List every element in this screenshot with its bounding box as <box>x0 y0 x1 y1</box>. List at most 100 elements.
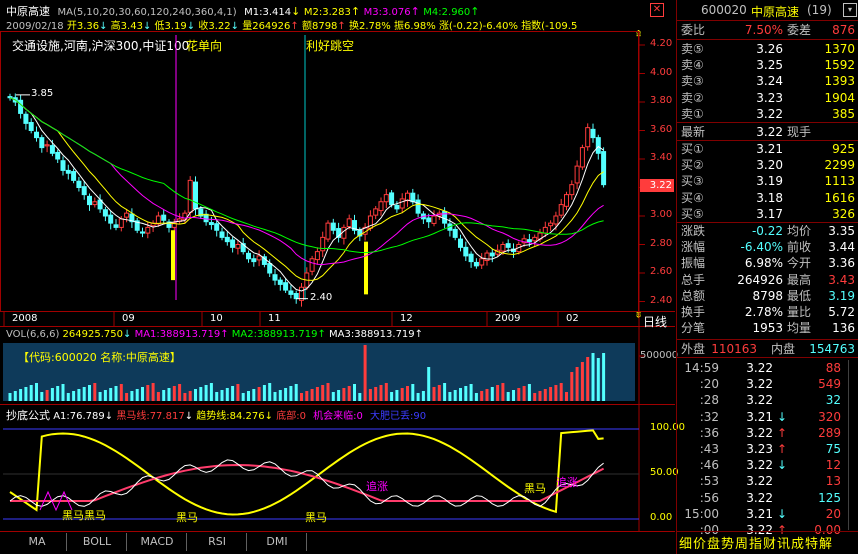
volume-bar <box>427 367 431 401</box>
tick-row: 14:59 3.22 88 <box>677 360 858 376</box>
candle-body <box>161 214 167 221</box>
tick-price: 3.22 <box>746 474 773 489</box>
candle-body <box>193 181 198 210</box>
volume-bar <box>172 386 176 401</box>
tick-row: :28 3.22 32 <box>677 392 858 408</box>
vol-ma1: MA1:388913.719 <box>134 329 221 340</box>
row-label-2: 均价 <box>787 224 812 238</box>
candle-body <box>505 243 511 248</box>
vol-params: VOL(6,6,6) <box>6 329 60 340</box>
volume-bar <box>61 384 65 401</box>
volume-bar <box>406 386 409 401</box>
tick-volume: 32 <box>825 393 841 408</box>
volume-bar <box>278 390 282 401</box>
candle-body <box>87 195 92 206</box>
tick-arrow: ↓ <box>776 409 788 424</box>
candle-body <box>145 226 151 234</box>
row-label-2: 内盘 <box>771 342 796 356</box>
row-label: 委比 <box>681 23 706 37</box>
row-label: 买① <box>681 142 704 156</box>
vol-ma3: MA3:388913.719 <box>329 329 415 340</box>
tab-boll[interactable]: BOLL <box>68 533 127 551</box>
candle-body <box>346 218 352 228</box>
volume-header: VOL(6,6,6) 264925.750↓ MA1:388913.719↑ M… <box>6 329 424 340</box>
volume-bar <box>580 362 584 401</box>
price-label: 2.80 <box>650 237 673 249</box>
volume-bar <box>443 383 447 401</box>
tick-price: 3.22 <box>746 425 773 440</box>
indicator-axis-label: 50.00 <box>650 467 679 478</box>
row-value-2: 925 <box>832 142 855 156</box>
quote-divider <box>677 39 858 40</box>
volume-bar <box>199 387 203 401</box>
volume-bar <box>135 389 139 401</box>
tick-volume: 289 <box>818 425 841 440</box>
tick-volume: 12 <box>825 458 841 473</box>
quote-bottom-tabs[interactable]: 细价盘势周指财讯成特解 <box>679 533 833 552</box>
tick-arrow: ↑ <box>776 425 788 440</box>
candle-body <box>601 151 607 186</box>
volume-bar <box>29 385 33 401</box>
tab-rsi[interactable]: RSI <box>188 533 247 551</box>
volume-bar <box>496 385 500 401</box>
candle-body <box>452 228 458 238</box>
tick-price: 3.22 <box>746 393 773 408</box>
current-price-tag: 3.22 <box>640 179 674 192</box>
tick-price: 3.22 <box>746 361 773 375</box>
candle-body <box>60 160 66 171</box>
candle-body <box>431 215 437 224</box>
tick-scrollbar[interactable] <box>848 360 858 530</box>
row-label: 买⑤ <box>681 206 704 221</box>
date-label: 2009 <box>495 313 521 324</box>
candle-body <box>203 213 209 223</box>
candle-body <box>267 263 273 274</box>
vol-value: 264925.750 <box>62 329 123 340</box>
high-label: 3.85 <box>31 87 54 99</box>
candle-body <box>548 222 554 227</box>
volume-bar <box>13 391 17 401</box>
row-label: 最新 <box>681 125 706 139</box>
volume-bar <box>257 387 261 401</box>
candle-body <box>219 231 225 238</box>
quote-menu-icon[interactable]: ▾ <box>843 3 857 17</box>
tick-time: :20 <box>699 377 719 392</box>
tick-time: :43 <box>699 442 719 456</box>
volume-bar <box>220 390 224 401</box>
chance-value: 机会来临:0 <box>313 411 363 422</box>
volume-bar <box>337 390 341 401</box>
price-label: 2.40 <box>650 294 673 306</box>
candle-body <box>564 194 569 207</box>
row-value: 6.98% <box>744 256 783 271</box>
candle-body <box>325 222 331 240</box>
volume-bar <box>247 391 250 401</box>
volume-bar <box>40 392 44 401</box>
volume-bar <box>448 392 452 401</box>
ask-row-3: 卖③ 3.24 1393 <box>677 73 858 89</box>
volume-bar <box>66 393 70 401</box>
row-value-2: 1113 <box>824 174 855 189</box>
volume-bar <box>162 390 166 401</box>
volume-bar <box>326 383 330 401</box>
vol-ma2: MA2:388913.719 <box>231 329 318 340</box>
tab-macd[interactable]: MACD <box>128 533 187 551</box>
tab-ma[interactable]: MA <box>8 533 67 551</box>
candle-body <box>330 222 336 231</box>
row-label: 买② <box>681 158 704 173</box>
tab-dmi[interactable]: DMI <box>248 533 307 551</box>
candle-body <box>246 252 251 260</box>
volume-bar <box>156 392 160 401</box>
volume-bar <box>575 367 579 401</box>
trend-value: 趋势线:84.276 <box>196 411 265 422</box>
stat-row: 分笔 1953 均量 136 <box>677 320 858 336</box>
indicator-signal-label: 追涨 <box>366 480 388 493</box>
row-value-2: 1592 <box>824 58 855 73</box>
candle-body <box>373 208 379 216</box>
tick-volume: 125 <box>818 490 841 505</box>
volume-bar <box>188 391 192 401</box>
volume-bar <box>130 391 134 401</box>
daily-button[interactable]: 日线 <box>643 313 667 330</box>
candle-body <box>378 201 384 212</box>
ma30-line <box>9 97 604 254</box>
candle-body <box>579 147 585 168</box>
row-label: 换手 <box>681 305 706 319</box>
